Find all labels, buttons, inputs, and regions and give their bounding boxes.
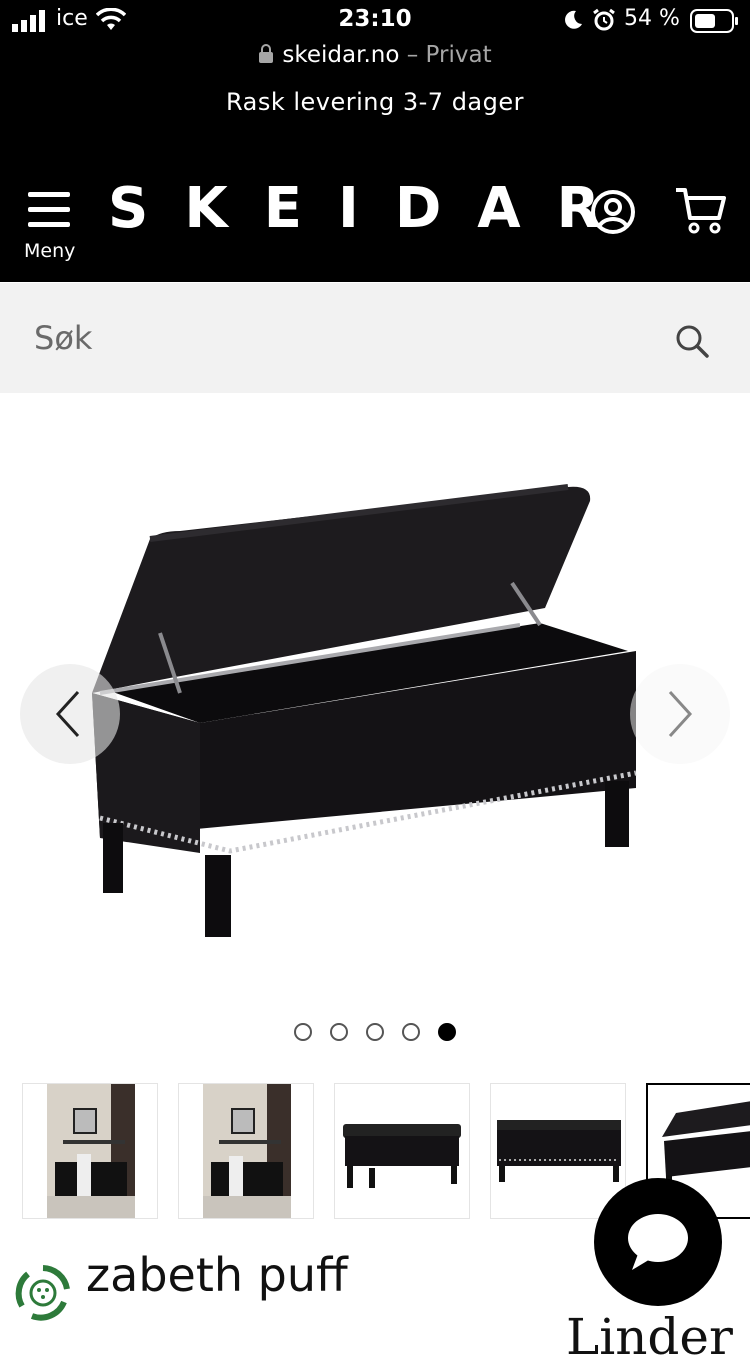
thumbnail-1[interactable] [22,1083,158,1219]
search-icon[interactable] [674,323,710,359]
thumbnail-bench-closed [343,1124,461,1188]
search-bar [0,283,750,393]
menu-label[interactable]: Meny [24,240,75,262]
account-icon[interactable] [590,189,636,235]
lock-icon [259,44,274,63]
carousel-next-button[interactable] [630,664,730,764]
thumbnail-3[interactable] [334,1083,470,1219]
carousel-dot-1[interactable] [294,1023,312,1041]
chat-bubble-icon [628,1214,688,1270]
product-title: zabeth puff [86,1248,348,1302]
battery-percent: 54 % [624,6,680,31]
hamburger-icon [28,192,70,227]
moon-icon [565,10,582,29]
thumbnail-room-image [47,1084,135,1218]
chevron-left-icon [55,690,80,738]
alarm-icon [593,8,615,31]
url-separator: – [399,42,426,68]
address-bar[interactable]: skeidar.no – Privat [0,42,750,68]
search-input[interactable] [32,311,636,365]
top-header: ice 23:10 54 % skeidar.no – Privat Rask … [0,0,750,282]
url-domain: skeidar.no [282,42,400,68]
carousel-dot-4[interactable] [402,1023,420,1041]
chat-button[interactable] [594,1178,722,1306]
brand-name-partial: Linder [566,1308,733,1366]
thumbnail-2[interactable] [178,1083,314,1219]
skeidar-logo[interactable]: SKEIDAR [108,176,636,241]
carousel-prev-button[interactable] [20,664,120,764]
delivery-promo: Rask levering 3-7 dager [225,88,525,116]
carousel-dot-2[interactable] [330,1023,348,1041]
chevron-right-icon [668,690,693,738]
thumbnail-room-image [203,1084,291,1218]
menu-button[interactable] [26,190,76,236]
cart-icon[interactable] [674,186,728,236]
battery-icon [690,9,738,33]
browsing-mode: Privat [425,42,492,68]
carousel-dot-5[interactable] [438,1023,456,1041]
carousel-dot-3[interactable] [366,1023,384,1041]
eco-badge-icon[interactable] [12,1262,74,1324]
